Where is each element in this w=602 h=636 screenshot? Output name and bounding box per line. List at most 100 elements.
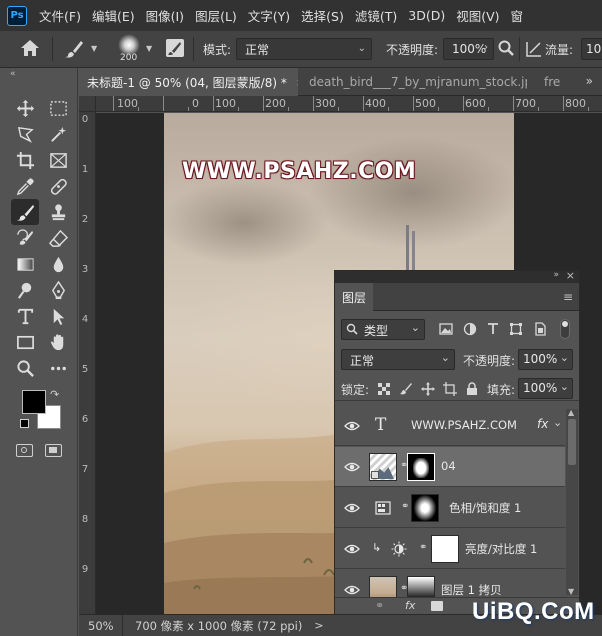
- pixel-layer-filter-icon[interactable]: [439, 322, 453, 336]
- crop-tool[interactable]: [11, 147, 39, 173]
- tab-layers[interactable]: 图层: [335, 283, 373, 311]
- filter-kind-dropdown[interactable]: 类型 ⌄: [341, 319, 425, 340]
- path-selection-tool[interactable]: [44, 303, 72, 329]
- opacity-field[interactable]: 100% ›: [443, 38, 494, 60]
- menu-type[interactable]: 文字(Y): [248, 6, 290, 25]
- gradient-tool[interactable]: [11, 251, 39, 277]
- smart-object-filter-icon[interactable]: [533, 322, 547, 336]
- visibility-eye-icon[interactable]: [344, 460, 360, 474]
- layer-row[interactable]: ⚭ 图层 1 拷贝: [335, 570, 565, 597]
- ruler-origin[interactable]: [79, 96, 96, 112]
- layer-mask-thumbnail[interactable]: [407, 453, 435, 481]
- layers-scrollbar[interactable]: ▲ ▼: [566, 408, 578, 596]
- healing-brush-tool[interactable]: [44, 173, 72, 199]
- layer-row[interactable]: ↳ ⚭ 亮度/对比度 1: [335, 529, 565, 569]
- adjustment-layer-filter-icon[interactable]: [463, 322, 477, 336]
- quick-mask-icon[interactable]: [16, 444, 33, 457]
- airbrush-flow-icon[interactable]: [526, 41, 542, 60]
- mask-link-chain-icon[interactable]: ⚭: [419, 542, 427, 553]
- vertical-ruler[interactable]: 0 1 2 3 4 5 6 7 8 9: [79, 112, 96, 614]
- type-tool[interactable]: [11, 303, 39, 329]
- zoom-level-field[interactable]: 50%: [79, 614, 123, 636]
- status-menu-chevron-icon[interactable]: >: [314, 619, 323, 632]
- menu-image[interactable]: 图像(I): [146, 6, 184, 25]
- menu-file[interactable]: 文件(F): [39, 6, 81, 25]
- zoom-tool[interactable]: [11, 355, 39, 381]
- home-icon[interactable]: [20, 39, 40, 60]
- tab-document-fre[interactable]: fre: [536, 68, 576, 96]
- layer-thumbnail[interactable]: [369, 453, 397, 481]
- tab-document-untitled[interactable]: 未标题-1 @ 50% (04, 图层蒙版/8) * ×: [79, 68, 298, 96]
- layer-effects-icon[interactable]: fx: [537, 417, 548, 431]
- clone-stamp-tool[interactable]: [44, 199, 72, 225]
- type-layer-filter-icon[interactable]: [486, 322, 500, 336]
- layer-mask-thumbnail[interactable]: [407, 576, 435, 597]
- visibility-eye-icon[interactable]: [344, 501, 360, 515]
- fill-field[interactable]: 100% ⌄: [518, 378, 573, 399]
- close-icon[interactable]: ×: [566, 269, 575, 282]
- visibility-eye-icon[interactable]: [344, 419, 360, 433]
- foreground-color-swatch[interactable]: [22, 390, 46, 414]
- menu-view[interactable]: 视图(V): [456, 6, 499, 25]
- eraser-tool[interactable]: [44, 225, 72, 251]
- layer-mask-thumbnail[interactable]: [431, 535, 459, 563]
- add-mask-icon[interactable]: [431, 601, 443, 611]
- shape-layer-filter-icon[interactable]: [509, 322, 523, 336]
- edit-toolbar-button[interactable]: [44, 355, 72, 381]
- magic-wand-tool[interactable]: [44, 121, 72, 147]
- menu-window[interactable]: 窗: [511, 6, 524, 25]
- layer-row[interactable]: ⚭ 色相/饱和度 1: [335, 488, 565, 528]
- rectangle-tool[interactable]: [11, 329, 39, 355]
- menu-edit[interactable]: 编辑(E): [92, 6, 135, 25]
- chevron-down-icon[interactable]: ▼: [91, 44, 97, 53]
- pressure-opacity-icon[interactable]: [498, 40, 514, 59]
- collapse-panel-icon[interactable]: »: [553, 270, 559, 280]
- menu-3d[interactable]: 3D(D): [408, 8, 445, 23]
- marquee-tool[interactable]: [44, 95, 72, 121]
- lock-image-pixels-icon[interactable]: [399, 382, 413, 396]
- scrollbar-thumb[interactable]: [568, 419, 576, 465]
- visibility-eye-icon[interactable]: [344, 583, 360, 597]
- lock-all-icon[interactable]: [465, 382, 479, 396]
- collapse-toolbar-icon[interactable]: «: [10, 69, 16, 79]
- hand-tool[interactable]: [44, 329, 72, 355]
- eyedropper-tool[interactable]: [11, 173, 39, 199]
- visibility-eye-icon[interactable]: [344, 542, 360, 556]
- frame-tool[interactable]: [44, 147, 72, 173]
- swap-colors-icon[interactable]: ↷: [50, 388, 59, 401]
- lasso-tool[interactable]: [11, 121, 39, 147]
- lock-transparent-pixels-icon[interactable]: [377, 382, 391, 396]
- menu-select[interactable]: 选择(S): [301, 6, 344, 25]
- photoshop-logo-icon[interactable]: Ps: [7, 5, 27, 26]
- panel-title-bar[interactable]: » ×: [335, 269, 579, 283]
- scroll-up-arrow-icon[interactable]: ▲: [568, 408, 574, 417]
- lock-artboard-icon[interactable]: [443, 382, 457, 396]
- layer-thumbnail[interactable]: [369, 576, 397, 597]
- blend-mode-dropdown[interactable]: 正常 ⌄: [341, 349, 455, 370]
- screen-mode-icon[interactable]: [45, 444, 62, 457]
- layer-row[interactable]: T WWW.PSAHZ.COM fx ⌄: [335, 406, 565, 446]
- add-layer-style-icon[interactable]: fx: [405, 599, 415, 612]
- brush-tool-preset-icon[interactable]: [64, 39, 84, 62]
- brush-settings-panel-icon[interactable]: [166, 39, 184, 57]
- blur-tool[interactable]: [44, 251, 72, 277]
- chevron-down-icon[interactable]: ⌄: [553, 416, 562, 429]
- horizontal-ruler[interactable]: 100 0 100 200 300 400 500 600 700 800: [96, 96, 602, 112]
- mode-dropdown[interactable]: 正常 ⌄: [236, 38, 372, 60]
- layer-opacity-field[interactable]: 100% ⌄: [518, 349, 573, 370]
- filter-toggle-switch[interactable]: [560, 319, 570, 339]
- brush-tool[interactable]: [11, 199, 39, 225]
- more-tabs-icon[interactable]: »: [586, 74, 593, 88]
- default-colors-icon[interactable]: [20, 419, 29, 428]
- link-layers-icon[interactable]: ⚭: [375, 599, 384, 612]
- menu-layer[interactable]: 图层(L): [195, 6, 237, 25]
- close-icon[interactable]: ×: [296, 76, 298, 89]
- pen-tool[interactable]: [44, 277, 72, 303]
- lock-position-icon[interactable]: [421, 382, 435, 396]
- move-tool[interactable]: [11, 95, 39, 121]
- chevron-down-icon[interactable]: ▼: [146, 44, 152, 53]
- menu-filter[interactable]: 滤镜(T): [355, 6, 397, 25]
- mask-link-chain-icon[interactable]: ⚭: [401, 501, 409, 512]
- history-brush-tool[interactable]: [11, 225, 39, 251]
- panel-menu-icon[interactable]: ≡: [563, 291, 573, 303]
